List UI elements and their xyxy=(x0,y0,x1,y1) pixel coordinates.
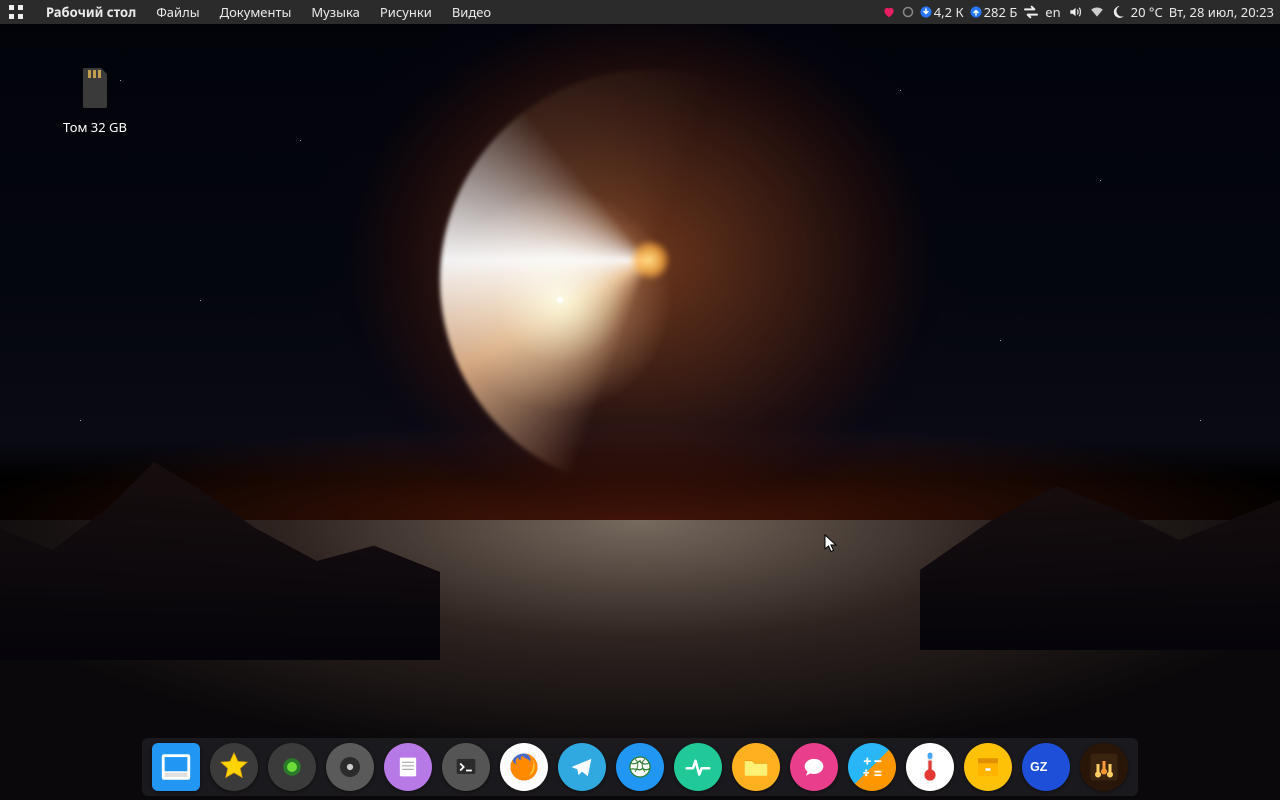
desktop-icon-label: Том 32 GB xyxy=(55,118,135,136)
wifi-icon xyxy=(1089,5,1105,19)
top-panel: Рабочий стол Файлы Документы Музыка Рису… xyxy=(0,0,1280,24)
disc-icon xyxy=(335,752,365,782)
menu-item-files[interactable]: Файлы xyxy=(146,0,209,24)
wallpaper xyxy=(0,0,1280,800)
volume-icon xyxy=(1067,5,1083,19)
dock-item-telegram[interactable] xyxy=(558,743,606,791)
tray-night[interactable] xyxy=(1111,5,1125,19)
dock-item-monitor[interactable] xyxy=(674,743,722,791)
dock-item-firefox[interactable] xyxy=(500,743,548,791)
record-icon xyxy=(277,752,307,782)
desktop-icon-volume[interactable]: Том 32 GB xyxy=(55,64,135,136)
menu-app-name[interactable]: Рабочий стол xyxy=(36,0,146,24)
tray-lang[interactable]: en xyxy=(1045,0,1060,24)
dock-item-browser[interactable] xyxy=(616,743,664,791)
heart-icon xyxy=(882,5,896,19)
dock-item-gz[interactable]: GZ xyxy=(1022,743,1070,791)
tray-weather[interactable]: 20 °C xyxy=(1131,0,1163,24)
tray-indicator[interactable] xyxy=(902,6,914,18)
tray-clock[interactable]: Вт, 28 июл, 20:23 xyxy=(1169,0,1274,24)
menu-item-video[interactable]: Видео xyxy=(442,0,501,24)
dock-item-favorites[interactable] xyxy=(210,743,258,791)
menu-item-music[interactable]: Музыка xyxy=(301,0,370,24)
telegram-icon xyxy=(568,753,596,781)
dock-item-media[interactable] xyxy=(1080,743,1128,791)
media-icon xyxy=(1086,749,1122,785)
archive-icon xyxy=(973,752,1003,782)
note-icon xyxy=(394,753,422,781)
dock-item-calculator[interactable] xyxy=(848,743,896,791)
firefox-icon xyxy=(506,749,542,785)
arrow-up-icon xyxy=(970,6,982,18)
temp-value: 20 °C xyxy=(1131,0,1163,24)
chat-icon xyxy=(800,753,828,781)
apps-grid-icon xyxy=(9,5,23,19)
lang-value: en xyxy=(1045,0,1060,24)
app-menu: Рабочий стол Файлы Документы Музыка Рису… xyxy=(36,0,501,24)
tray-net-down[interactable]: 4,2 К xyxy=(920,0,964,24)
dock-item-notes[interactable] xyxy=(384,743,432,791)
tray-volume[interactable] xyxy=(1067,5,1083,19)
dock: GZ xyxy=(142,738,1138,796)
files-icon xyxy=(159,750,193,784)
tray-wifi[interactable] xyxy=(1089,5,1105,19)
menu-item-pictures[interactable]: Рисунки xyxy=(370,0,442,24)
dock-item-folder[interactable] xyxy=(732,743,780,791)
moon-icon xyxy=(1111,5,1125,19)
star-icon xyxy=(217,750,251,784)
dock-item-archive[interactable] xyxy=(964,743,1012,791)
tray-net-up[interactable]: 282 Б xyxy=(970,0,1018,24)
system-tray: 4,2 К 282 Б en xyxy=(882,0,1274,24)
folder-icon xyxy=(741,752,771,782)
net-up-value: 282 Б xyxy=(984,0,1018,24)
datetime-value: Вт, 28 июл, 20:23 xyxy=(1169,0,1274,24)
globe-icon xyxy=(625,752,655,782)
dock-item-terminal[interactable] xyxy=(442,743,490,791)
net-down-value: 4,2 К xyxy=(934,0,964,24)
dock-item-disc[interactable] xyxy=(326,743,374,791)
dock-item-chat[interactable] xyxy=(790,743,838,791)
tray-heart[interactable] xyxy=(882,5,896,19)
dock-item-thermometer[interactable] xyxy=(906,743,954,791)
arrow-down-icon xyxy=(920,6,932,18)
indicator-icon xyxy=(902,6,914,18)
pulse-icon xyxy=(683,752,713,782)
gz-icon: GZ xyxy=(1029,757,1063,777)
mouse-cursor xyxy=(824,534,840,558)
thermometer-icon xyxy=(918,751,942,783)
terminal-icon xyxy=(452,753,480,781)
dock-item-record[interactable] xyxy=(268,743,316,791)
swap-icon xyxy=(1023,5,1039,19)
tray-swap[interactable] xyxy=(1023,5,1039,19)
apps-button[interactable] xyxy=(6,2,26,22)
sd-card-icon xyxy=(71,64,119,112)
calculator-icon xyxy=(858,753,886,781)
dock-item-files[interactable] xyxy=(152,743,200,791)
menu-item-documents[interactable]: Документы xyxy=(210,0,302,24)
svg-text:GZ: GZ xyxy=(1030,760,1048,774)
